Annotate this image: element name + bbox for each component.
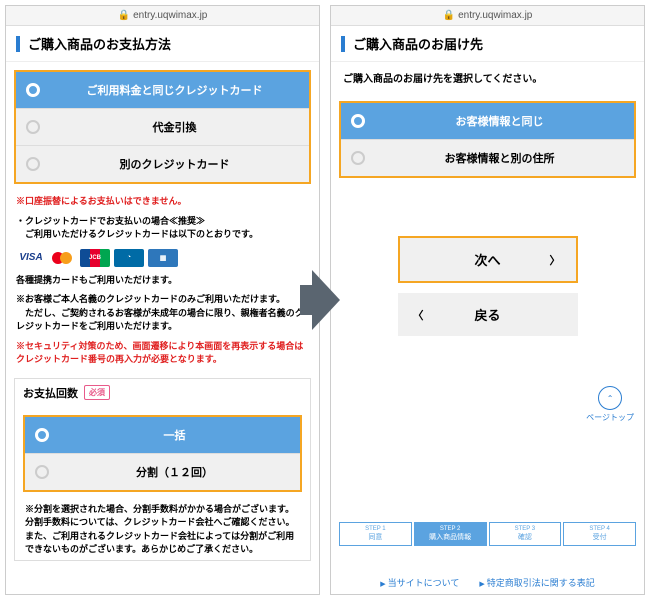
url-bar: 🔒entry.uqwimax.jp bbox=[6, 6, 319, 26]
installment-note: ※分割を選択された場合、分割手数料がかかる場合がございます。分割手数料については… bbox=[15, 500, 310, 560]
security-warning: ※セキュリティ対策のため、画面遷移により本画面を再表示する場合はクレジットカード… bbox=[6, 337, 319, 370]
lock-icon: 🔒 bbox=[443, 10, 455, 21]
delivery-group: お客様情報と同じ お客様情報と別の住所 bbox=[339, 101, 636, 178]
amex-icon: ▦ bbox=[148, 249, 178, 267]
bank-transfer-warning: ※口座振替によるお支払いはできません。 bbox=[6, 192, 319, 212]
cc-intro: ・クレジットカードでお支払いの場合≪推奨≫ ご利用いただけるクレジットカードは以… bbox=[6, 212, 319, 245]
page-title: ご購入商品のお支払方法 bbox=[28, 34, 171, 53]
installment-12[interactable]: 分割（１２回） bbox=[25, 454, 300, 490]
radio-icon bbox=[35, 428, 49, 442]
installment-group: 一括 分割（１２回） bbox=[23, 415, 302, 492]
chevron-left-icon: 〈 bbox=[413, 307, 424, 323]
flow-arrow-icon bbox=[312, 270, 340, 330]
payment-method-group: ご利用料金と同じクレジットカード 代金引換 別のクレジットカード bbox=[14, 70, 311, 184]
installment-title: お支払回数 bbox=[23, 385, 78, 401]
diners-icon: ◔ bbox=[114, 249, 144, 267]
step-3: STEP 3確認 bbox=[489, 522, 562, 546]
radio-icon bbox=[351, 151, 365, 165]
page-title: ご購入商品のお届け先 bbox=[353, 34, 483, 53]
footer-links: 当サイトについて 特定商取引法に関する表記 bbox=[331, 576, 644, 589]
radio-icon bbox=[35, 465, 49, 479]
mastercard-icon bbox=[50, 249, 76, 267]
step-1: STEP 1同意 bbox=[339, 522, 412, 546]
delivery-same[interactable]: お客様情報と同じ bbox=[341, 103, 634, 140]
card-note-2: ※お客様ご本人名義のクレジットカードのみご利用いただけます。 ただし、ご契約され… bbox=[6, 290, 319, 337]
next-button[interactable]: 次へ〉 bbox=[398, 236, 578, 283]
lock-icon: 🔒 bbox=[118, 10, 130, 21]
payment-option-same-card[interactable]: ご利用料金と同じクレジットカード bbox=[16, 72, 309, 109]
card-logos: VISA JCB ◔ ▦ bbox=[6, 245, 319, 271]
left-panel: 🔒entry.uqwimax.jp ご購入商品のお支払方法 ご利用料金と同じクレ… bbox=[5, 5, 320, 595]
page-top-button[interactable]: ⌃ ページトップ bbox=[586, 386, 634, 423]
step-4: STEP 4受付 bbox=[563, 522, 636, 546]
installment-once[interactable]: 一括 bbox=[25, 417, 300, 454]
jcb-icon: JCB bbox=[80, 249, 110, 267]
chevron-right-icon: 〉 bbox=[550, 252, 561, 268]
footer-about[interactable]: 当サイトについて bbox=[380, 576, 459, 589]
payment-option-cod[interactable]: 代金引換 bbox=[16, 109, 309, 146]
radio-icon bbox=[351, 114, 365, 128]
right-panel: 🔒entry.uqwimax.jp ご購入商品のお届け先 ご購入商品のお届け先を… bbox=[330, 5, 645, 595]
section-header: ご購入商品のお届け先 bbox=[331, 26, 644, 62]
step-2: STEP 2購入商品情報 bbox=[414, 522, 487, 546]
delivery-instruction: ご購入商品のお届け先を選択してください。 bbox=[331, 62, 644, 93]
installment-section: お支払回数必須 一括 分割（１２回） ※分割を選択された場合、分割手数料がかかる… bbox=[14, 378, 311, 561]
radio-icon bbox=[26, 157, 40, 171]
footer-legal[interactable]: 特定商取引法に関する表記 bbox=[479, 576, 594, 589]
back-button[interactable]: 〈戻る bbox=[398, 293, 578, 336]
chevron-up-icon: ⌃ bbox=[598, 386, 622, 410]
step-indicator: STEP 1同意 STEP 2購入商品情報 STEP 3確認 STEP 4受付 bbox=[331, 514, 644, 554]
radio-icon bbox=[26, 120, 40, 134]
payment-option-other-card[interactable]: 別のクレジットカード bbox=[16, 146, 309, 182]
card-note-1: 各種提携カードもご利用いただけます。 bbox=[6, 271, 319, 291]
section-header: ご購入商品のお支払方法 bbox=[6, 26, 319, 62]
visa-icon: VISA bbox=[16, 249, 46, 267]
delivery-other[interactable]: お客様情報と別の住所 bbox=[341, 140, 634, 176]
radio-icon bbox=[26, 83, 40, 97]
required-badge: 必須 bbox=[84, 385, 110, 400]
url-bar: 🔒entry.uqwimax.jp bbox=[331, 6, 644, 26]
